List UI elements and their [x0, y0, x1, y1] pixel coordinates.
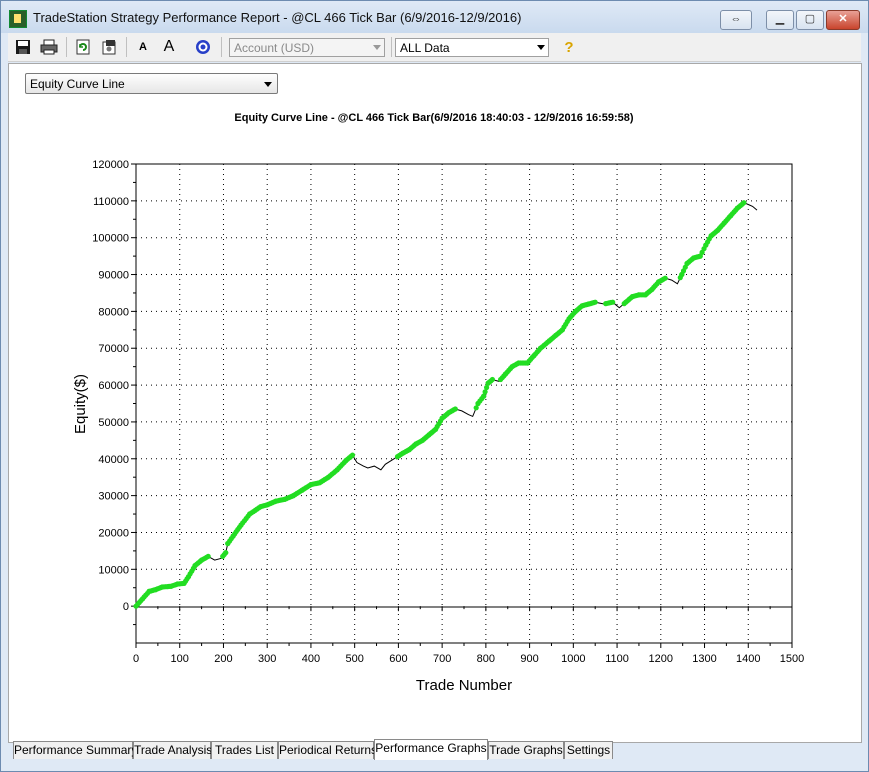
x-tick-label: 500 [345, 653, 363, 665]
equity-high-marker [610, 299, 616, 305]
x-tick-label: 1400 [736, 653, 760, 665]
data-range-combo[interactable]: ALL Data [395, 38, 549, 57]
tab-trade-analysis[interactable]: Trade Analysis [133, 741, 212, 759]
y-tick-label: 20000 [98, 527, 129, 539]
y-tick-label: 80000 [98, 306, 129, 318]
chevron-down-icon [537, 45, 545, 50]
equity-high-marker [662, 275, 668, 281]
tab-performance-summary[interactable]: Performance Summary [13, 741, 137, 759]
tab-periodical-returns[interactable]: Periodical Returns [278, 741, 377, 759]
data-range-combo-value: ALL Data [400, 41, 450, 55]
x-axis-label: Trade Number [416, 677, 512, 694]
y-tick-label: 30000 [98, 491, 129, 503]
x-tick-label: 800 [477, 653, 495, 665]
toolbar: A A Account (USD) ALL Data ? [8, 33, 861, 62]
y-tick-label: 0 [123, 601, 129, 613]
refresh-icon[interactable] [72, 37, 94, 57]
y-tick-label: 110000 [93, 196, 129, 208]
font-increase-icon[interactable]: A [158, 37, 180, 57]
account-combo[interactable]: Account (USD) [229, 38, 385, 57]
y-tick-label: 100000 [92, 233, 129, 245]
x-tick-label: 0 [133, 653, 139, 665]
equity-high-marker [205, 553, 211, 559]
title-bar[interactable]: TradeStation Strategy Performance Report… [1, 1, 868, 33]
close-button[interactable]: ✕ [826, 10, 860, 30]
x-tick-label: 1100 [605, 653, 629, 665]
minimize-button[interactable]: ▁ [766, 10, 794, 30]
equity-high-marker [592, 299, 598, 305]
y-tick-label: 90000 [98, 270, 129, 282]
account-combo-value: Account (USD) [234, 41, 315, 55]
resize-arrows-button[interactable]: ⇔ [720, 10, 752, 30]
chart-grid [136, 164, 792, 643]
equity-chart: Equity Curve Line - @CL 466 Tick Bar(6/9… [72, 112, 804, 694]
tab-settings[interactable]: Settings [564, 741, 613, 759]
x-tick-label: 1500 [780, 653, 804, 665]
y-axis-label: Equity($) [72, 374, 89, 434]
x-tick-label: 400 [302, 653, 320, 665]
x-tick-label: 200 [214, 653, 232, 665]
maximize-button[interactable]: ▢ [796, 10, 824, 30]
equity-high-marker [741, 200, 747, 206]
help-icon[interactable]: ? [558, 37, 580, 57]
target-icon[interactable] [192, 37, 214, 57]
x-tick-label: 1300 [692, 653, 716, 665]
plot-frame [135, 163, 793, 644]
x-tick-label: 300 [258, 653, 276, 665]
chevron-down-icon [373, 45, 381, 50]
y-tick-label: 10000 [98, 564, 129, 576]
tab-trades-list[interactable]: Trades List [211, 741, 278, 759]
equity-high-marker [349, 452, 356, 458]
save-icon[interactable] [12, 37, 34, 57]
font-decrease-icon[interactable]: A [132, 37, 154, 57]
y-tick-label: 40000 [98, 454, 129, 466]
chart-title: Equity Curve Line - @CL 466 Tick Bar(6/9… [234, 112, 634, 124]
x-tick-label: 1000 [561, 653, 585, 665]
equity-high-marker [223, 550, 229, 556]
print-icon[interactable] [38, 37, 60, 57]
x-tick-label: 100 [171, 653, 189, 665]
x-tick-label: 900 [520, 653, 538, 665]
y-tick-label: 50000 [98, 417, 129, 429]
settings-icon[interactable] [98, 37, 120, 57]
report-window: TradeStation Strategy Performance Report… [0, 0, 869, 772]
y-tick-label: 60000 [98, 380, 129, 392]
window-title: TradeStation Strategy Performance Report… [33, 10, 522, 25]
x-tick-label: 700 [433, 653, 451, 665]
app-icon [9, 10, 27, 28]
report-content: Equity Curve Line Equity Curve Line - @C… [8, 63, 862, 743]
equity-series [133, 200, 758, 609]
x-tick-label: 1200 [649, 653, 673, 665]
y-tick-label: 70000 [98, 343, 129, 355]
equity-high-marker [452, 406, 458, 412]
equity-high-marker [489, 376, 495, 383]
tab-trade-graphs[interactable]: Trade Graphs [488, 741, 564, 759]
tab-performance-graphs[interactable]: Performance Graphs [374, 739, 488, 760]
y-tick-label: 120000 [92, 159, 129, 171]
x-tick-label: 600 [389, 653, 407, 665]
